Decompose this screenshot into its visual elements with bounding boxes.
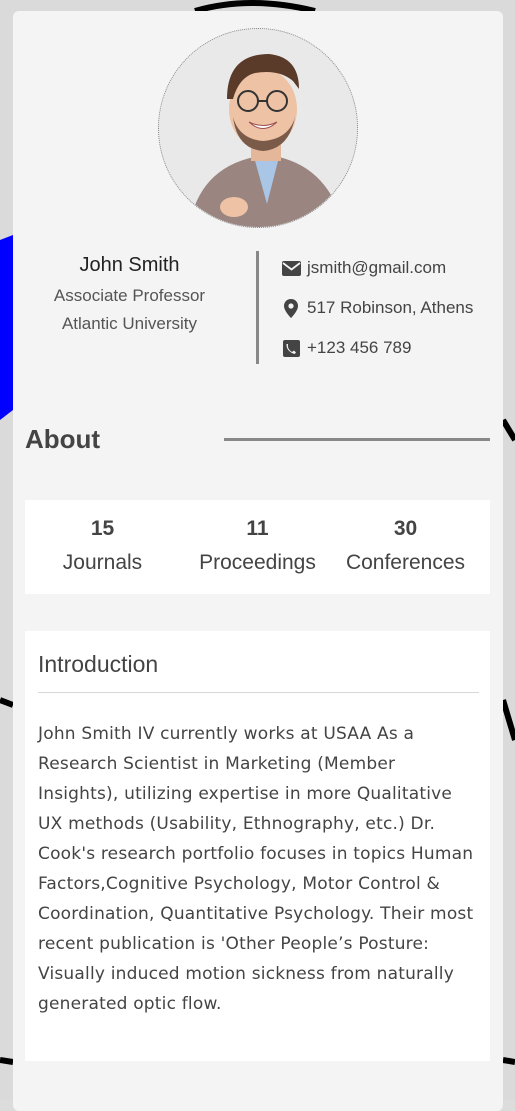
stat-label: Conferences	[345, 551, 466, 574]
profile-title: Associate Professor	[53, 286, 206, 305]
contact-phone[interactable]: +123 456 789	[281, 338, 411, 358]
avatar	[158, 28, 358, 228]
introduction-divider	[38, 692, 479, 693]
introduction-heading: Introduction	[38, 651, 159, 677]
about-heading: About	[25, 424, 101, 454]
about-divider	[224, 438, 490, 441]
person-photo-icon	[159, 29, 357, 227]
envelope-icon	[281, 258, 301, 278]
stat-value: 15	[90, 517, 115, 540]
introduction-body: John Smith IV currently works at USAA As…	[38, 724, 474, 1014]
profile-name: John Smith	[79, 254, 180, 276]
map-pin-icon	[281, 298, 301, 318]
contact-address: 517 Robinson, Athens	[281, 298, 473, 318]
contact-phone-text: +123 456 789	[307, 338, 412, 357]
stats-panel: 15 Journals 11 Proceedings 30 Conference…	[25, 500, 490, 594]
profile-card: John Smith Associate Professor Atlantic …	[13, 11, 503, 1111]
contact-email-text: jsmith@gmail.com	[307, 258, 447, 277]
contact-email[interactable]: jsmith@gmail.com	[281, 258, 446, 278]
profile-institution: Atlantic University	[61, 314, 198, 333]
stat-value: 30	[393, 517, 418, 540]
stat-label: Journals	[62, 551, 143, 574]
phone-icon	[281, 338, 301, 358]
stat-value: 11	[246, 517, 269, 540]
contact-address-text: 517 Robinson, Athens	[307, 298, 474, 317]
introduction-panel: Introduction John Smith IV currently wor…	[25, 631, 490, 1061]
vertical-divider	[256, 251, 259, 364]
stat-label: Proceedings	[199, 551, 316, 574]
